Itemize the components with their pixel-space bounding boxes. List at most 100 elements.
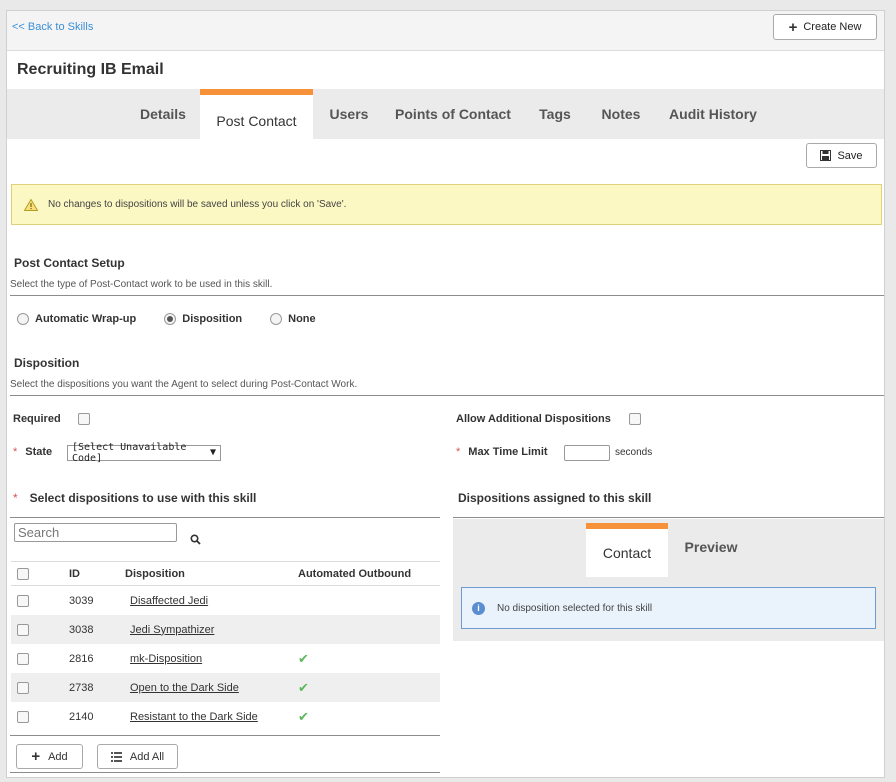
- save-label: Save: [837, 149, 863, 162]
- divider: [10, 735, 440, 736]
- table-row: 3038 Jedi Sympathizer: [11, 615, 440, 644]
- post-contact-type-options: Automatic Wrap-up Disposition None: [17, 313, 316, 325]
- save-icon: [820, 150, 832, 161]
- required-asterisk: *: [13, 491, 18, 505]
- warning-text: No changes to dispositions will be saved…: [48, 199, 347, 210]
- back-to-skills-link[interactable]: << Back to Skills: [12, 21, 93, 33]
- state-select[interactable]: [Select Unavailable Code] ▼: [67, 442, 221, 464]
- radio-label: Automatic Wrap-up: [35, 313, 137, 325]
- warning-icon: [24, 198, 38, 211]
- seconds-label: seconds: [615, 447, 653, 458]
- disposition-title: Disposition: [14, 356, 80, 370]
- automated-check-icon: ✔: [298, 708, 309, 724]
- radio-label: Disposition: [182, 313, 243, 325]
- column-header-disposition: Disposition: [125, 567, 185, 580]
- row-id: 2140: [69, 710, 94, 723]
- allow-additional-checkbox[interactable]: [629, 413, 641, 425]
- tab-notes[interactable]: Notes: [594, 89, 648, 139]
- assigned-dispositions-panel: Contact Preview i No disposition selecte…: [453, 519, 884, 641]
- tab-preview[interactable]: Preview: [676, 523, 746, 571]
- list-icon: [110, 751, 122, 762]
- row-disposition-link[interactable]: Open to the Dark Side: [130, 682, 239, 694]
- row-id: 3039: [69, 594, 94, 607]
- row-checkbox[interactable]: [17, 594, 29, 607]
- row-checkbox[interactable]: [17, 710, 29, 723]
- create-new-label: Create New: [803, 21, 862, 33]
- dropdown-arrow-icon: ▼: [209, 447, 216, 458]
- required-asterisk: *: [13, 446, 18, 458]
- row-checkbox[interactable]: [17, 652, 29, 665]
- table-row: 3039 Disaffected Jedi: [11, 586, 440, 615]
- max-time-input[interactable]: [564, 445, 610, 461]
- radio-label: None: [288, 313, 316, 325]
- skill-editor-panel: << Back to Skills + Create New Recruitin…: [6, 10, 885, 778]
- automated-check-icon: ✔: [298, 679, 309, 695]
- search-input[interactable]: Search: [14, 523, 177, 542]
- state-label: State: [25, 446, 53, 458]
- save-button[interactable]: Save: [806, 143, 877, 168]
- empty-message: No disposition selected for this skill: [497, 602, 653, 614]
- select-dispositions-title: Select dispositions to use with this ski…: [29, 491, 257, 505]
- row-disposition-link[interactable]: Jedi Sympathizer: [130, 624, 214, 636]
- required-asterisk: *: [456, 446, 461, 458]
- select-all-checkbox[interactable]: [17, 567, 29, 580]
- tab-bar: Details Post Contact Users Points of Con…: [7, 89, 884, 139]
- disposition-table-header: ID Disposition Automated Outbound: [11, 561, 440, 586]
- radio-button[interactable]: [17, 313, 29, 325]
- tab-audit-history[interactable]: Audit History: [663, 89, 763, 139]
- radio-automatic-wrap-up[interactable]: Automatic Wrap-up: [17, 313, 136, 325]
- search-icon[interactable]: [190, 534, 201, 545]
- radio-button[interactable]: [270, 313, 283, 325]
- radio-disposition[interactable]: Disposition: [164, 313, 242, 325]
- top-bar: << Back to Skills + Create New: [7, 11, 884, 51]
- divider: [10, 295, 884, 296]
- table-row: 2816 mk-Disposition ✔: [11, 644, 440, 673]
- row-disposition-link[interactable]: Resistant to the Dark Side: [130, 711, 258, 723]
- select-dispositions-title-wrap: * Select dispositions to use with this sk…: [13, 491, 256, 505]
- tab-contact[interactable]: Contact: [586, 523, 668, 577]
- disposition-subtitle: Select the dispositions you want the Age…: [10, 379, 358, 390]
- tab-points-of-contact[interactable]: Points of Contact: [390, 89, 516, 139]
- divider: [10, 772, 440, 773]
- info-icon: i: [472, 601, 485, 615]
- tab-users[interactable]: Users: [323, 89, 375, 139]
- state-select-value: [Select Unavailable Code]: [72, 442, 187, 464]
- add-button[interactable]: + Add: [16, 744, 83, 769]
- tab-details[interactable]: Details: [133, 89, 193, 139]
- table-row: 2140 Resistant to the Dark Side ✔: [11, 702, 440, 731]
- row-checkbox[interactable]: [17, 623, 29, 636]
- empty-info-banner: i No disposition selected for this skill: [461, 587, 876, 629]
- table-row: 2738 Open to the Dark Side ✔: [11, 673, 440, 702]
- divider: [10, 395, 884, 396]
- tab-post-contact[interactable]: Post Contact: [200, 89, 313, 139]
- row-disposition-link[interactable]: Disaffected Jedi: [130, 595, 208, 607]
- warning-banner: No changes to dispositions will be saved…: [11, 184, 882, 225]
- page-title: Recruiting IB Email: [17, 61, 164, 78]
- post-contact-setup-title: Post Contact Setup: [14, 256, 125, 270]
- radio-none[interactable]: None: [270, 313, 316, 325]
- add-all-button[interactable]: Add All: [97, 744, 178, 769]
- column-header-automated-outbound: Automated Outbound: [298, 567, 412, 580]
- row-checkbox[interactable]: [17, 681, 29, 694]
- radio-button-selected[interactable]: [164, 313, 177, 325]
- column-header-id: ID: [69, 567, 80, 580]
- divider: [10, 517, 440, 518]
- tab-tags[interactable]: Tags: [531, 89, 579, 139]
- allow-additional-label: Allow Additional Dispositions: [456, 413, 611, 425]
- plus-icon: +: [788, 18, 798, 36]
- add-all-label: Add All: [129, 750, 165, 763]
- row-id: 2738: [69, 681, 94, 694]
- row-id: 2816: [69, 652, 94, 665]
- max-time-label: Max Time Limit: [468, 446, 548, 458]
- assigned-dispositions-title: Dispositions assigned to this skill: [458, 491, 652, 505]
- plus-icon: +: [31, 748, 41, 765]
- max-time-field-label: * Max Time Limit: [456, 446, 548, 458]
- row-disposition-link[interactable]: mk-Disposition: [130, 653, 202, 665]
- required-label: Required: [13, 413, 61, 425]
- divider: [453, 517, 884, 518]
- add-label: Add: [48, 750, 68, 763]
- automated-check-icon: ✔: [298, 650, 309, 666]
- post-contact-setup-subtitle: Select the type of Post-Contact work to …: [10, 279, 273, 290]
- required-checkbox[interactable]: [78, 413, 90, 425]
- create-new-button[interactable]: + Create New: [773, 14, 877, 40]
